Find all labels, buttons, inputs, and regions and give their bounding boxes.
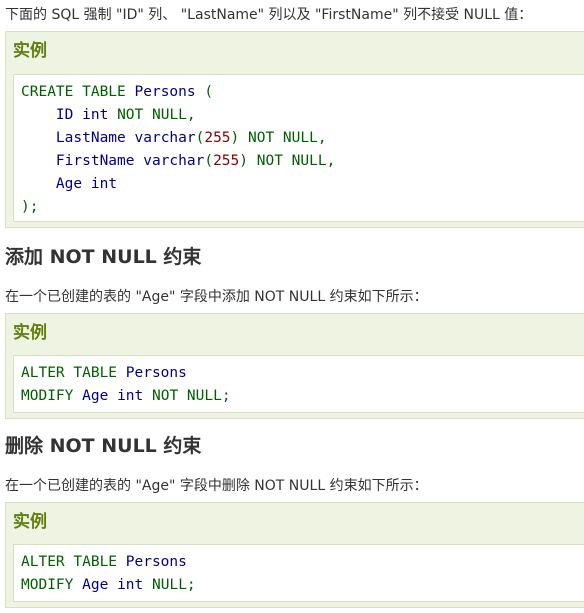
sql-keyword: MODIFY <box>21 388 74 404</box>
close-paren: ) <box>239 153 249 169</box>
example-title: 实例 <box>13 512 47 532</box>
punctuation: ; <box>221 388 231 404</box>
punctuation: , <box>186 107 196 123</box>
sql-keyword: ALTER TABLE <box>21 554 118 570</box>
close-statement: ); <box>21 199 39 215</box>
close-paren: ) <box>230 130 240 146</box>
sql-keyword: ALTER TABLE <box>21 365 118 381</box>
constraint: NOT NULL <box>248 130 318 146</box>
example-title: 实例 <box>13 41 47 61</box>
column-type: int <box>117 388 144 404</box>
number-literal: 255 <box>204 130 231 146</box>
intro-paragraph: 下面的 SQL 强制 "ID" 列、 "LastName" 列以及 "First… <box>5 7 533 23</box>
section-heading-add-not-null: 添加 NOT NULL 约束 <box>5 246 202 268</box>
section-description-remove: 在一个已创建的表的 "Age" 字段中删除 NOT NULL 约束如下所示： <box>5 478 428 494</box>
constraint: NULL <box>152 577 187 593</box>
code-line: ALTER TABLE Persons <box>21 362 187 385</box>
code-line: LastName varchar(255) NOT NULL, <box>21 127 327 150</box>
code-line: MODIFY Age int NOT NULL; <box>21 385 231 408</box>
example-box-alter-add: 实例 ALTER TABLE Persons MODIFY Age int NO… <box>5 313 584 419</box>
sql-keyword: MODIFY <box>21 577 74 593</box>
code-line: CREATE TABLE Persons ( <box>21 81 213 104</box>
example-title: 实例 <box>13 323 47 343</box>
code-line: ID int NOT NULL, <box>21 104 196 127</box>
open-paren: ( <box>204 153 214 169</box>
column-type: int <box>82 107 109 123</box>
section-heading-remove-not-null: 删除 NOT NULL 约束 <box>5 435 202 457</box>
punctuation: ; <box>186 577 196 593</box>
table-name: Persons <box>134 84 196 100</box>
code-block-alter-remove[interactable]: ALTER TABLE Persons MODIFY Age int NULL; <box>13 544 584 602</box>
column-name: Age <box>82 388 109 404</box>
column-name: Age <box>82 577 109 593</box>
column-type: int <box>90 176 118 192</box>
table-name: Persons <box>125 365 187 381</box>
number-literal: 255 <box>213 153 240 169</box>
column-name: Age <box>55 176 83 192</box>
code-line: ); <box>21 196 38 219</box>
example-box-alter-remove: 实例 ALTER TABLE Persons MODIFY Age int NU… <box>5 502 584 608</box>
constraint: NOT NULL <box>117 107 187 123</box>
code-block-alter-add[interactable]: ALTER TABLE Persons MODIFY Age int NOT N… <box>13 355 584 413</box>
constraint: NOT NULL <box>256 153 327 169</box>
column-type: varchar <box>143 153 205 169</box>
code-block-create-table[interactable]: CREATE TABLE Persons ( ID int NOT NULL, … <box>13 74 584 222</box>
code-line: MODIFY Age int NULL; <box>21 574 196 597</box>
code-line: ALTER TABLE Persons <box>21 551 187 574</box>
table-name: Persons <box>125 554 187 570</box>
column-type: varchar <box>134 130 196 146</box>
punctuation: , <box>326 153 336 169</box>
example-box-create-table: 实例 CREATE TABLE Persons ( ID int NOT NUL… <box>5 31 584 228</box>
sql-keyword: CREATE TABLE <box>21 84 126 100</box>
code-line: Age int <box>21 173 117 196</box>
punctuation: , <box>317 130 327 146</box>
section-description-add: 在一个已创建的表的 "Age" 字段中添加 NOT NULL 约束如下所示： <box>5 289 428 305</box>
code-line: FirstName varchar(255) NOT NULL, <box>21 150 335 173</box>
column-name: FirstName <box>55 153 135 169</box>
column-name: LastName <box>55 130 126 146</box>
column-name: ID <box>55 107 74 123</box>
open-paren: ( <box>204 84 214 100</box>
column-type: int <box>117 577 144 593</box>
constraint: NOT NULL <box>152 388 222 404</box>
